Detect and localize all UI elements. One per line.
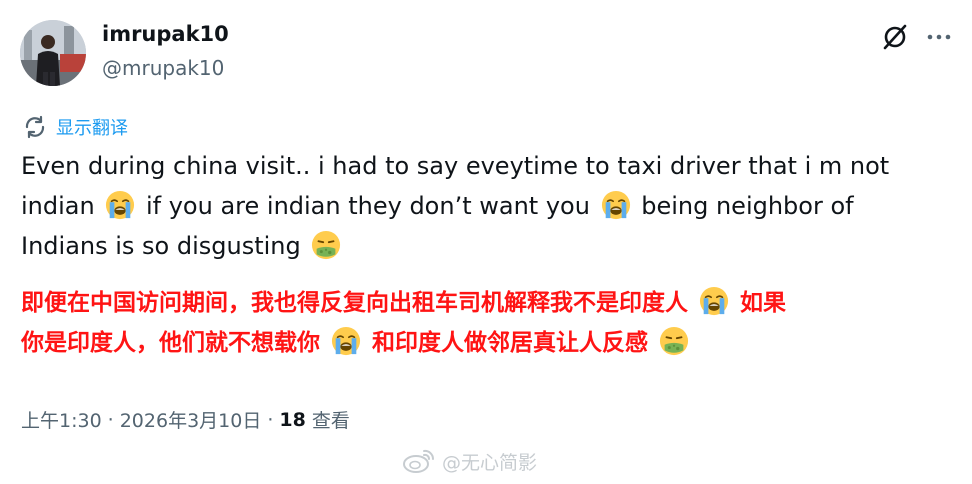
tweet-text-line-1: Even during china visit.. i had to say e… bbox=[21, 152, 890, 180]
text-segment: 即便在中国访问期间，我也得反复向出租车司机解释我不是印度人 bbox=[21, 290, 688, 316]
loudly-crying-face-emoji bbox=[699, 286, 729, 316]
watermark-text: @无心简影 bbox=[442, 451, 538, 474]
loudly-crying-face-emoji bbox=[105, 190, 135, 220]
views-count: 18 bbox=[279, 408, 306, 431]
user-handle: @mrupak10 bbox=[102, 56, 225, 80]
loudly-crying-face-emoji bbox=[601, 190, 631, 220]
tweet-date[interactable]: 2026年3月10日 bbox=[120, 406, 262, 433]
grok-icon bbox=[883, 24, 907, 50]
nauseated-face-emoji bbox=[659, 326, 689, 356]
views-label: 查看 bbox=[311, 410, 350, 432]
tweet-time[interactable]: 上午1:30 bbox=[21, 406, 102, 433]
text-segment: being neighbor of bbox=[641, 192, 854, 220]
translate-icon bbox=[25, 115, 45, 139]
tweet-text-line-2: indian if you are indian they don’t want… bbox=[21, 186, 951, 226]
nauseated-face-emoji bbox=[311, 230, 341, 260]
show-translation-link[interactable]: 显示翻译 bbox=[22, 114, 128, 140]
loudly-crying-face-emoji bbox=[331, 326, 361, 356]
tweet-meta: 上午1:30 · 2026年3月10日 · 18 查看 bbox=[21, 406, 350, 433]
show-translation-label: 显示翻译 bbox=[56, 118, 128, 139]
more-dots-icon bbox=[927, 34, 951, 40]
meta-separator: · bbox=[107, 408, 114, 431]
text-segment: indian bbox=[21, 192, 95, 220]
text-segment: 和印度人做邻居真让人反感 bbox=[372, 330, 649, 356]
text-segment: 你是印度人，他们就不想载你 bbox=[21, 330, 320, 356]
cn-text-line-1: 即便在中国访问期间，我也得反复向出租车司机解释我不是印度人 如果 bbox=[21, 283, 956, 323]
watermark: @无心简影 bbox=[402, 447, 537, 475]
meta-separator: · bbox=[267, 408, 274, 431]
tweet-text: Even during china visit.. i had to say e… bbox=[21, 146, 951, 266]
cn-text-line-2: 你是印度人，他们就不想载你 和印度人做邻居真让人反感 bbox=[21, 323, 956, 363]
tweet-card: imrupak10 @mrupak10 显示翻译 Even during chi… bbox=[0, 0, 972, 484]
more-options-button[interactable] bbox=[922, 20, 956, 54]
weibo-logo-icon bbox=[403, 449, 435, 473]
text-segment: if you are indian they don’t want you bbox=[145, 192, 590, 220]
text-segment: Indians is so disgusting bbox=[21, 232, 301, 260]
chinese-translation-text: 即便在中国访问期间，我也得反复向出租车司机解释我不是印度人 如果 你是印度人，他… bbox=[21, 283, 956, 363]
display-name[interactable]: imrupak10 bbox=[102, 22, 229, 46]
grok-button[interactable] bbox=[878, 20, 912, 54]
text-segment: 如果 bbox=[740, 290, 787, 316]
avatar[interactable] bbox=[20, 20, 86, 86]
tweet-text-line-3: Indians is so disgusting bbox=[21, 226, 951, 266]
